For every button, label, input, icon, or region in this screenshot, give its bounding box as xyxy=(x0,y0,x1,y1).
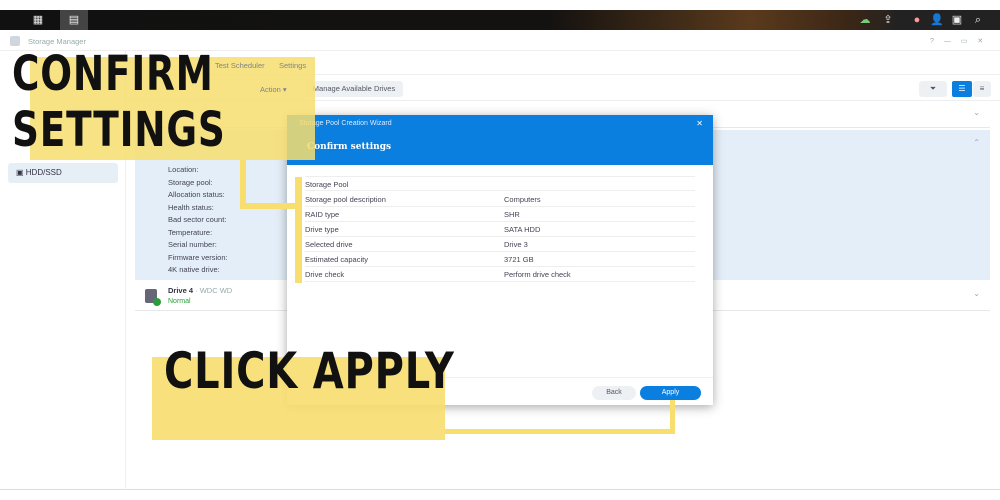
drive-status: Normal xyxy=(168,298,191,305)
overlay-title-line1: CONFIRM xyxy=(12,46,214,102)
detail-view-icon[interactable]: ☰ xyxy=(952,81,972,97)
dialog-heading: Confirm settings xyxy=(307,142,392,152)
table-row: Selected drive Drive 3 xyxy=(305,237,695,252)
tab-settings[interactable]: Settings xyxy=(279,61,306,70)
search-icon[interactable]: ⌕ xyxy=(964,10,992,30)
check-icon xyxy=(153,298,161,306)
chevron-up-icon: ⌃ xyxy=(973,138,980,147)
connector-line xyxy=(670,400,675,434)
window-title: Storage Manager xyxy=(28,37,86,46)
table-row: Drive type SATA HDD xyxy=(305,222,695,237)
overlay-click-apply: CLICK APPLY xyxy=(164,342,455,400)
detail-label: Temperature: xyxy=(168,228,213,237)
drive-icon: ▣ xyxy=(16,168,26,177)
table-row: Storage pool description Computers xyxy=(305,192,695,207)
chevron-down-icon[interactable]: ⌄ xyxy=(973,289,980,298)
upload-icon[interactable]: ⇪ xyxy=(874,10,902,30)
section-title: Storage Pool xyxy=(305,176,695,191)
tab-test-scheduler[interactable]: Test Scheduler xyxy=(215,61,265,70)
drive-name: Drive 4 xyxy=(168,286,194,295)
window-controls[interactable]: ? — ▭ ✕ xyxy=(930,37,983,45)
detail-label: 4K native drive: xyxy=(168,265,220,274)
highlight-bar xyxy=(295,177,302,283)
storage-manager-icon[interactable]: ▤ xyxy=(60,10,88,30)
sidebar-item-hdd-ssd[interactable]: ▣ HDD/SSD xyxy=(8,163,118,183)
dialog-header: Storage Pool Creation Wizard ✕ Confirm s… xyxy=(287,115,713,165)
detail-label: Location: xyxy=(168,165,199,174)
table-row: RAID type SHR xyxy=(305,207,695,222)
connector-line xyxy=(240,160,246,208)
apply-button[interactable]: Apply xyxy=(640,386,701,400)
connector-line xyxy=(240,203,295,209)
app-icon xyxy=(10,36,20,46)
chevron-down-icon: ⌄ xyxy=(973,108,980,117)
close-icon[interactable]: ✕ xyxy=(696,119,703,128)
apps-grid-icon[interactable]: ▦ xyxy=(24,10,52,30)
detail-label: Bad sector count: xyxy=(168,215,227,224)
detail-label: Serial number: xyxy=(168,240,217,249)
action-dropdown[interactable]: Action ▾ xyxy=(260,85,287,94)
detail-label: Firmware version: xyxy=(168,253,228,262)
back-button[interactable]: Back xyxy=(592,386,636,400)
detail-label: Health status: xyxy=(168,203,214,212)
filter-icon[interactable]: ⏷ xyxy=(919,81,947,97)
table-row: Drive check Perform drive check xyxy=(305,267,695,282)
drive-model: · WDC WD xyxy=(195,286,233,295)
detail-label: Storage pool: xyxy=(168,178,213,187)
manage-drives-button[interactable]: Manage Available Drives xyxy=(305,81,403,97)
table-row: Estimated capacity 3721 GB xyxy=(305,252,695,267)
overlay-title-line2: SETTINGS xyxy=(12,102,226,158)
detail-label: Allocation status: xyxy=(168,190,225,199)
taskbar: ▦ ▤ ☁ ⇪ ● 👤 ▣ ⌕ xyxy=(0,10,1000,30)
list-view-icon[interactable]: ≡ xyxy=(973,81,991,97)
connector-line xyxy=(445,429,675,434)
